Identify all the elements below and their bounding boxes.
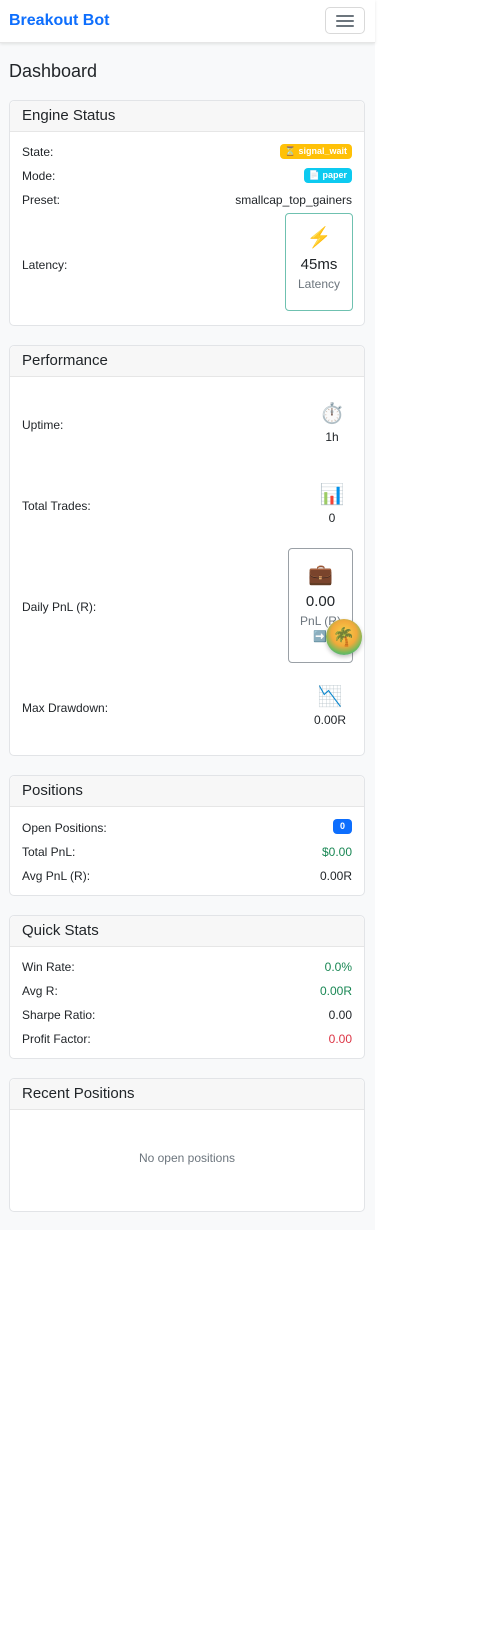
navbar: Breakout Bot (0, 0, 375, 43)
max-drawdown-value: 0.00R (313, 713, 347, 727)
preset-label: Preset: (22, 193, 61, 207)
avg-pnl-value: 0.00R (319, 869, 352, 883)
uptime-value: 1h (325, 430, 339, 444)
total-pnl-label: Total PnL: (22, 845, 76, 859)
hamburger-menu-icon (336, 15, 354, 17)
open-positions-badge: 0 (332, 819, 352, 834)
latency-label: Latency: (22, 258, 68, 272)
state-badge: ⏳ signal_wait (279, 144, 352, 159)
profit-factor-value: 0.00 (328, 1032, 352, 1046)
daily-pnl-label: Daily PnL (R): (22, 600, 97, 614)
daily-pnl-value: 0.00 (305, 593, 336, 610)
empty-state-text: No open positions (138, 1151, 236, 1165)
avg-r-label: Avg R: (22, 984, 58, 998)
win-rate-value: 0.0% (324, 960, 352, 974)
navbar-toggle-button[interactable] (325, 7, 365, 34)
preset-value: smallcap_top_gainers (235, 193, 352, 207)
uptime-label: Uptime: (22, 418, 64, 432)
max-drawdown-label: Max Drawdown: (22, 701, 109, 715)
card-header: Engine Status (10, 101, 364, 132)
chart-decreasing-icon: 📉 (317, 686, 343, 708)
latency-value: 45ms (300, 256, 338, 273)
performance-card: Performance Uptime: ⏱️ 1h Total Trades: … (9, 345, 365, 756)
mode-label: Mode: (22, 169, 56, 183)
page-title: Dashboard (9, 61, 98, 81)
lightning-icon: ⚡ (306, 227, 332, 249)
total-trades-value: 0 (328, 511, 336, 525)
latency-metric: ⚡ 45ms Latency (285, 213, 353, 311)
recent-positions-card: Recent Positions No open positions (9, 1078, 365, 1212)
profit-factor-label: Profit Factor: (22, 1032, 91, 1046)
sharpe-ratio-value: 0.00 (328, 1008, 352, 1022)
max-drawdown-metric: 📉 0.00R (306, 685, 354, 727)
card-header: Recent Positions (10, 1079, 364, 1110)
card-header: Quick Stats (10, 916, 364, 947)
latency-caption: Latency (297, 277, 341, 291)
assistant-avatar-button[interactable]: 🌴 (326, 619, 362, 655)
card-header: Positions (10, 776, 364, 807)
stopwatch-icon: ⏱️ (319, 403, 345, 425)
open-positions-label: Open Positions: (22, 821, 107, 835)
win-rate-label: Win Rate: (22, 960, 75, 974)
sharpe-ratio-label: Sharpe Ratio: (22, 1008, 96, 1022)
brand-link[interactable]: Breakout Bot (9, 12, 109, 30)
bar-chart-icon: 📊 (319, 484, 345, 506)
quick-stats-card: Quick Stats Win Rate: 0.0% Avg R: 0.00R … (9, 915, 365, 1059)
total-trades-label: Total Trades: (22, 499, 91, 513)
total-trades-metric: 📊 0 (310, 483, 354, 525)
card-header: Performance (10, 346, 364, 377)
engine-status-card: Engine Status State: ⏳ signal_wait Mode:… (9, 100, 365, 326)
app-container: Breakout Bot Dashboard Engine Status Sta… (0, 0, 375, 1230)
avg-r-value: 0.00R (319, 984, 352, 998)
avg-pnl-label: Avg PnL (R): (22, 869, 91, 883)
uptime-metric: ⏱️ 1h (310, 402, 354, 444)
positions-card: Positions Open Positions: 0 Total PnL: $… (9, 775, 365, 896)
mode-badge: 📄 paper (303, 168, 352, 183)
island-icon: 🌴 (332, 627, 356, 647)
briefcase-icon: 💼 (308, 564, 333, 586)
total-pnl-value: $0.00 (321, 845, 352, 859)
state-label: State: (22, 145, 54, 159)
